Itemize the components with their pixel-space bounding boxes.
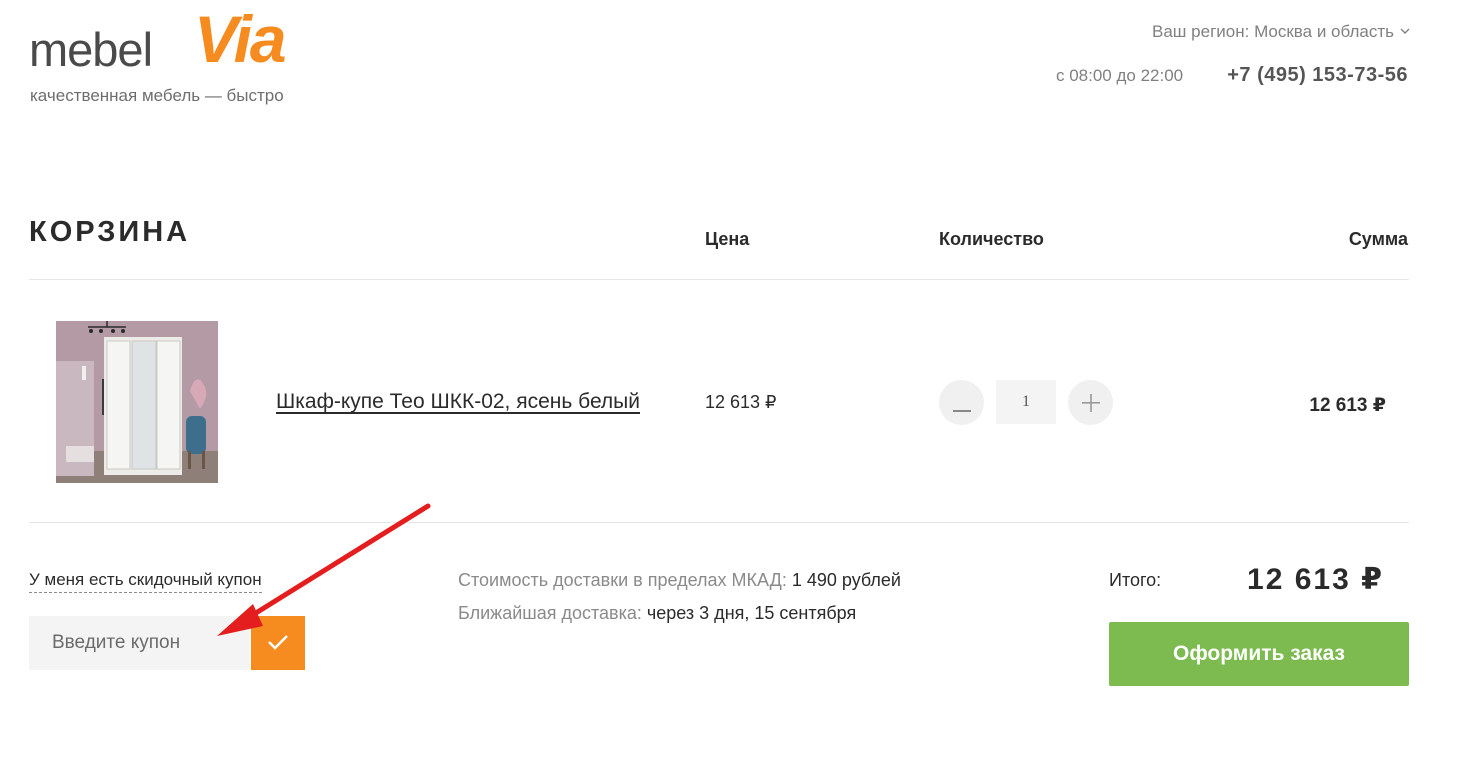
row-total: 12 613 ₽ <box>1309 395 1386 416</box>
product-name-link[interactable]: Шкаф-купе Тео ШКК-02, ясень белый <box>276 390 640 414</box>
product-image[interactable] <box>56 321 218 483</box>
column-header-price: Цена <box>705 229 750 249</box>
minus-icon <box>952 390 971 416</box>
product-unit-price: 12 613 ₽ <box>705 392 777 412</box>
chevron-down-icon <box>1400 26 1410 38</box>
logo-tagline: качественная мебель — быстро <box>30 86 284 105</box>
coupon-apply-button[interactable] <box>251 616 305 670</box>
checkout-button[interactable]: Оформить заказ <box>1109 622 1409 686</box>
divider <box>29 522 1409 523</box>
coupon-toggle-link[interactable]: У меня есть скидочный купон <box>29 570 262 593</box>
quantity-increase-button[interactable] <box>1068 380 1113 425</box>
working-hours: с 08:00 до 22:00 <box>1056 66 1184 85</box>
logo-word: mebel <box>29 23 153 76</box>
check-icon <box>267 634 289 653</box>
logo-accent: Via <box>194 2 287 76</box>
delivery-nearest-label: Ближайшая доставка: <box>458 603 642 623</box>
delivery-cost: Стоимость доставки в пределах МКАД: 1 49… <box>458 570 901 591</box>
total-label: Итого: <box>1109 570 1162 590</box>
column-header-sum: Сумма <box>1348 229 1408 249</box>
delivery-cost-label: Стоимость доставки в пределах МКАД: <box>458 570 787 590</box>
delivery-cost-value: 1 490 рублей <box>791 570 901 590</box>
quantity-input[interactable] <box>996 380 1056 424</box>
phone-number[interactable]: +7 (495) 153-73-56 <box>1227 64 1408 87</box>
quantity-decrease-button[interactable] <box>939 380 984 425</box>
coupon-input[interactable] <box>29 616 250 670</box>
divider <box>29 279 1409 280</box>
region-selector[interactable]: Ваш регион: Москва и область <box>1152 22 1410 42</box>
region-label: Ваш регион: Москва и область <box>1152 22 1394 41</box>
delivery-nearest-value: через 3 дня, 15 сентября <box>646 603 857 623</box>
column-header-quantity: Количество <box>939 229 1044 249</box>
delivery-nearest: Ближайшая доставка: через 3 дня, 15 сент… <box>458 603 856 624</box>
total-value: 12 613 ₽ <box>1247 563 1384 596</box>
page-title: КОРЗИНА <box>29 216 191 248</box>
site-logo[interactable]: mebel Via качественная мебель — быстро <box>29 6 319 106</box>
plus-icon <box>1081 390 1100 416</box>
